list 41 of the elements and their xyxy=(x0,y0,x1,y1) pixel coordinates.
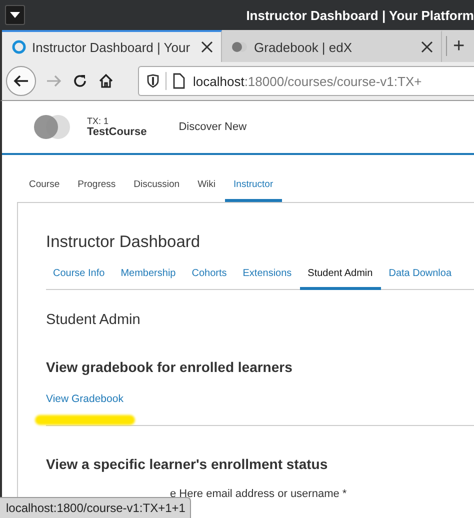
back-button[interactable] xyxy=(6,66,36,96)
course-tab[interactable]: Discussion xyxy=(124,174,189,202)
course-org: TX: 1 xyxy=(87,116,110,126)
status-url: localhost:1800/course-v1:TX+1+1 xyxy=(0,497,192,518)
page-icon xyxy=(165,72,187,90)
dashboard-tab[interactable]: Student Admin xyxy=(300,268,381,290)
course-tab[interactable]: Course xyxy=(20,174,69,202)
toggle-icon xyxy=(232,42,248,52)
field-label: e Here email address or username * xyxy=(170,488,347,500)
browser-tab[interactable]: Instructor Dashboard | Your xyxy=(2,30,222,62)
window-title: Instructor Dashboard | Your Platform xyxy=(245,8,474,22)
close-icon[interactable] xyxy=(421,41,433,53)
reload-button[interactable] xyxy=(72,73,88,89)
course-tab[interactable]: Instructor xyxy=(224,174,282,202)
caret-icon xyxy=(10,12,20,18)
course-tab[interactable]: Progress xyxy=(68,174,125,202)
dashboard-tab[interactable]: Data Downloa xyxy=(380,268,460,290)
section-heading: View a specific learner's enrollment status xyxy=(46,456,329,472)
tab-title: Gradebook | edX xyxy=(254,40,354,54)
address-field[interactable]: localhost:18000/courses/course-v1:TX+ xyxy=(138,66,474,96)
dashboard-tab[interactable]: Membership xyxy=(112,268,184,290)
dashboard-title: Instructor Dashboard xyxy=(46,233,202,252)
tab-title: Instructor Dashboard | Your xyxy=(32,40,192,54)
ring-icon xyxy=(12,40,26,54)
shield-icon[interactable] xyxy=(147,74,159,88)
home-button[interactable] xyxy=(98,73,114,89)
section-heading: View gradebook for enrolled learners xyxy=(46,359,294,375)
section-title: Student Admin xyxy=(46,312,142,328)
dashboard-tab[interactable]: Course Info xyxy=(46,268,113,290)
gradebook-link[interactable]: View Gradebook xyxy=(46,393,474,405)
close-icon[interactable] xyxy=(201,41,213,53)
course-tab[interactable]: Wiki xyxy=(188,174,225,202)
url-text: localhost:18000/courses/course-v1:TX+ xyxy=(193,74,422,88)
window-menu-button[interactable] xyxy=(5,5,25,25)
course-name: TestCourse xyxy=(87,126,147,138)
back-icon xyxy=(13,74,29,88)
discover-link[interactable]: Discover New xyxy=(178,121,247,133)
new-tab-button[interactable]: + xyxy=(446,36,465,56)
dashboard-tab[interactable]: Extensions xyxy=(234,268,300,290)
logo-icon xyxy=(33,114,71,140)
dashboard-tab[interactable]: Cohorts xyxy=(184,268,235,290)
